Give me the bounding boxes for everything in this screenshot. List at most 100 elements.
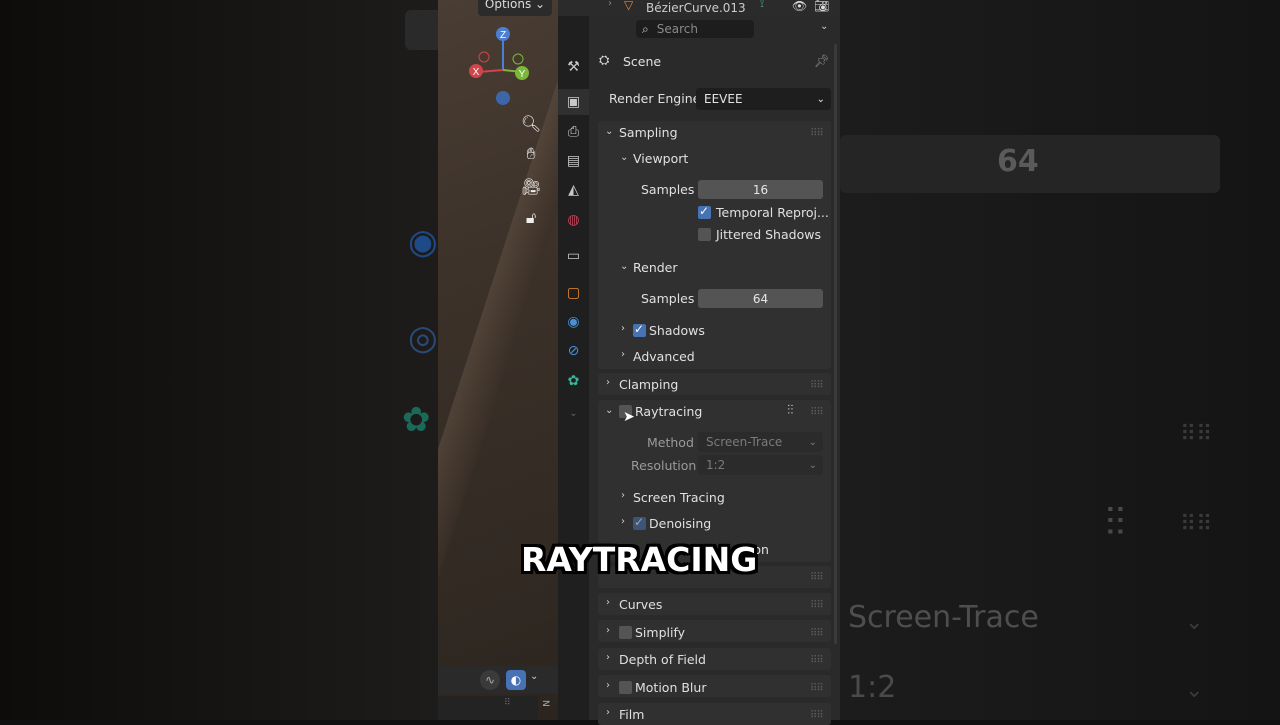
chevron-right-icon[interactable]: › bbox=[621, 516, 625, 527]
ghost-settings-icon: ⫶⫶ bbox=[1105, 500, 1125, 546]
shadows-checkbox[interactable] bbox=[633, 322, 646, 337]
chevron-right-icon[interactable]: › bbox=[606, 597, 610, 608]
world-tab-icon[interactable]: ◍ bbox=[558, 207, 589, 233]
chevron-down-icon[interactable]: ⌄ bbox=[605, 126, 613, 137]
method-select[interactable]: Screen-Trace ⌄ bbox=[698, 432, 823, 452]
viewport-options-label: Options bbox=[484, 0, 532, 11]
screen-tracing-subpanel-header[interactable]: Screen Tracing bbox=[633, 490, 725, 505]
overlay-toggle-icon[interactable]: ◐ bbox=[506, 670, 526, 690]
3d-viewport[interactable]: Options ⌄ Z X Y 🔍︎ ✋︎ 🎥︎ 🔓︎ ∿ ◐ ⌄ ⠿ N bbox=[438, 0, 558, 720]
shadows-subpanel-header[interactable]: Shadows bbox=[649, 323, 705, 338]
raytracing-header[interactable]: Raytracing bbox=[635, 404, 702, 419]
viewport-samples-field[interactable]: 16 bbox=[698, 180, 823, 199]
snapping-icon[interactable]: ∿ bbox=[480, 670, 500, 690]
object-tab-icon[interactable]: ▢ bbox=[558, 280, 589, 306]
drag-grip-icon[interactable]: ⠿⠿ bbox=[810, 600, 824, 611]
collection-tab-icon[interactable]: ▭ bbox=[558, 243, 589, 269]
chevron-right-icon[interactable]: › bbox=[621, 349, 625, 360]
sampling-header[interactable]: Sampling bbox=[619, 125, 678, 140]
jittered-shadows-checkbox[interactable] bbox=[698, 228, 711, 241]
depth-of-field-header[interactable]: Depth of Field bbox=[619, 652, 706, 667]
chevron-right-icon[interactable]: › bbox=[606, 652, 610, 663]
properties-tabs: ⚒ ▣ ⎙ ▤ ◭ ◍ ▭ ▢ ◉ ⊘ ✿ ⌄ bbox=[558, 16, 589, 720]
viewport-samples-value: 16 bbox=[752, 182, 769, 197]
drag-grip-icon[interactable]: ⠿⠿ bbox=[810, 572, 824, 583]
drag-grip-icon[interactable]: ⠿⠿ bbox=[810, 380, 824, 391]
drag-grip-icon[interactable]: ⠿⠿ bbox=[810, 128, 824, 139]
drag-grip-icon[interactable]: ⠿⠿ bbox=[810, 683, 824, 694]
mouse-cursor-icon: ➤ bbox=[623, 409, 635, 425]
simplify-panel[interactable] bbox=[598, 620, 831, 642]
denoising-subpanel-header[interactable]: Denoising bbox=[649, 516, 711, 531]
drag-grip-icon[interactable]: ⠿⠿ bbox=[810, 710, 824, 721]
method-label: Method bbox=[647, 435, 694, 450]
ghost-grip-icon-2: ⠿⠿ bbox=[1180, 512, 1213, 537]
chevron-right-icon[interactable]: › bbox=[621, 490, 625, 501]
curves-header[interactable]: Curves bbox=[619, 597, 662, 612]
motion-blur-panel[interactable] bbox=[598, 675, 831, 697]
ghost-samples-value: 64 bbox=[997, 144, 1039, 179]
drag-grip-icon[interactable]: ⠿⠿ bbox=[810, 655, 824, 666]
n-panel-tab[interactable]: N bbox=[540, 700, 550, 707]
chevron-down-icon[interactable]: ⌄ bbox=[620, 152, 628, 163]
temporal-reprojection-checkbox[interactable] bbox=[698, 204, 711, 219]
pin-icon[interactable]: 📌︎ bbox=[814, 53, 830, 69]
motion-blur-header[interactable]: Motion Blur bbox=[635, 680, 706, 695]
view-layer-tab-icon[interactable]: ▤ bbox=[558, 148, 589, 174]
constraints-tab-icon[interactable]: ⊘ bbox=[558, 338, 589, 364]
chevron-right-icon[interactable]: › bbox=[621, 323, 625, 334]
ghost-physics-icon: ✿ bbox=[402, 400, 431, 440]
denoising-checkbox[interactable] bbox=[633, 515, 646, 530]
chevron-down-icon: ⌄ bbox=[808, 436, 817, 448]
curve-object-icon: ▽ bbox=[624, 0, 634, 12]
scene-tab-icon[interactable]: ◭ bbox=[558, 177, 589, 203]
camera-icon[interactable]: 🎥︎ bbox=[518, 173, 544, 199]
physics-tab-icon[interactable]: ◉ bbox=[558, 309, 589, 335]
simplify-checkbox[interactable] bbox=[619, 626, 632, 639]
render-engine-select[interactable]: EEVEE ⌄ bbox=[696, 88, 831, 110]
render-samples-value: 64 bbox=[752, 291, 769, 306]
temporal-reprojection-label: Temporal Reproj... bbox=[716, 205, 829, 220]
chevron-right-icon: › bbox=[608, 0, 612, 9]
background-left: ◉ ◎ ✿ bbox=[0, 0, 445, 720]
zoom-icon[interactable]: 🔍︎ bbox=[518, 110, 544, 136]
properties-scrollbar[interactable] bbox=[834, 44, 837, 644]
render-tab-icon[interactable]: ▣ bbox=[558, 89, 589, 115]
header-chevron-down-icon[interactable]: ⌄ bbox=[820, 21, 828, 32]
viewport-subpanel-header[interactable]: Viewport bbox=[633, 151, 688, 166]
viewport-footer: ∿ ◐ ⌄ bbox=[438, 666, 558, 694]
data-tab-icon[interactable]: ✿ bbox=[558, 368, 589, 394]
search-icon: ⌕ bbox=[642, 21, 649, 36]
presets-sliders-icon[interactable]: ⫶⫶ bbox=[787, 403, 794, 418]
render-subpanel-header[interactable]: Render bbox=[633, 260, 678, 275]
motion-blur-checkbox[interactable] bbox=[619, 681, 632, 694]
outliner-row[interactable]: › ▽ BézierCurve.013 ⟟ 👁︎ 📷︎ bbox=[558, 0, 840, 16]
advanced-subpanel-header[interactable]: Advanced bbox=[633, 349, 695, 364]
ghost-constraint-icon: ◎ bbox=[408, 318, 438, 358]
search-input[interactable]: ⌕ Search bbox=[636, 20, 754, 38]
drag-grip-icon[interactable]: ⠿⠿ bbox=[810, 628, 824, 639]
viewport-options-menu[interactable]: Options ⌄ bbox=[478, 0, 552, 16]
navigation-gizmo[interactable]: Z X Y bbox=[466, 24, 536, 114]
render-camera-icon[interactable]: 📷︎ bbox=[814, 0, 829, 13]
simplify-header[interactable]: Simplify bbox=[635, 625, 685, 640]
render-samples-field[interactable]: 64 bbox=[698, 289, 823, 308]
chevron-down-icon[interactable]: ⌄ bbox=[530, 671, 538, 682]
chevron-right-icon[interactable]: › bbox=[606, 377, 610, 388]
tool-tab-icon[interactable]: ⚒ bbox=[558, 54, 589, 80]
chevron-right-icon[interactable]: › bbox=[606, 680, 610, 691]
chevron-right-icon[interactable]: › bbox=[606, 625, 610, 636]
chevron-down-icon[interactable]: ⌄ bbox=[620, 261, 628, 272]
chevron-down-icon[interactable]: ⌄ bbox=[605, 405, 613, 416]
output-tab-icon[interactable]: ⎙ bbox=[558, 119, 589, 145]
render-samples-label: Samples bbox=[641, 291, 695, 306]
tabs-scroll-chevron-icon[interactable]: ⌄ bbox=[558, 400, 589, 426]
drag-grip-icon[interactable]: ⠿⠿ bbox=[810, 407, 824, 418]
ghost-chevron-icon: ⌄ bbox=[1185, 610, 1204, 635]
chevron-right-icon[interactable]: › bbox=[606, 707, 610, 718]
pan-hand-icon[interactable]: ✋︎ bbox=[518, 141, 544, 167]
clamping-header[interactable]: Clamping bbox=[619, 377, 678, 392]
visibility-eye-icon[interactable]: 👁︎ bbox=[792, 0, 807, 13]
resolution-select[interactable]: 1:2 ⌄ bbox=[698, 455, 823, 475]
lock-icon[interactable]: 🔓︎ bbox=[518, 205, 544, 231]
